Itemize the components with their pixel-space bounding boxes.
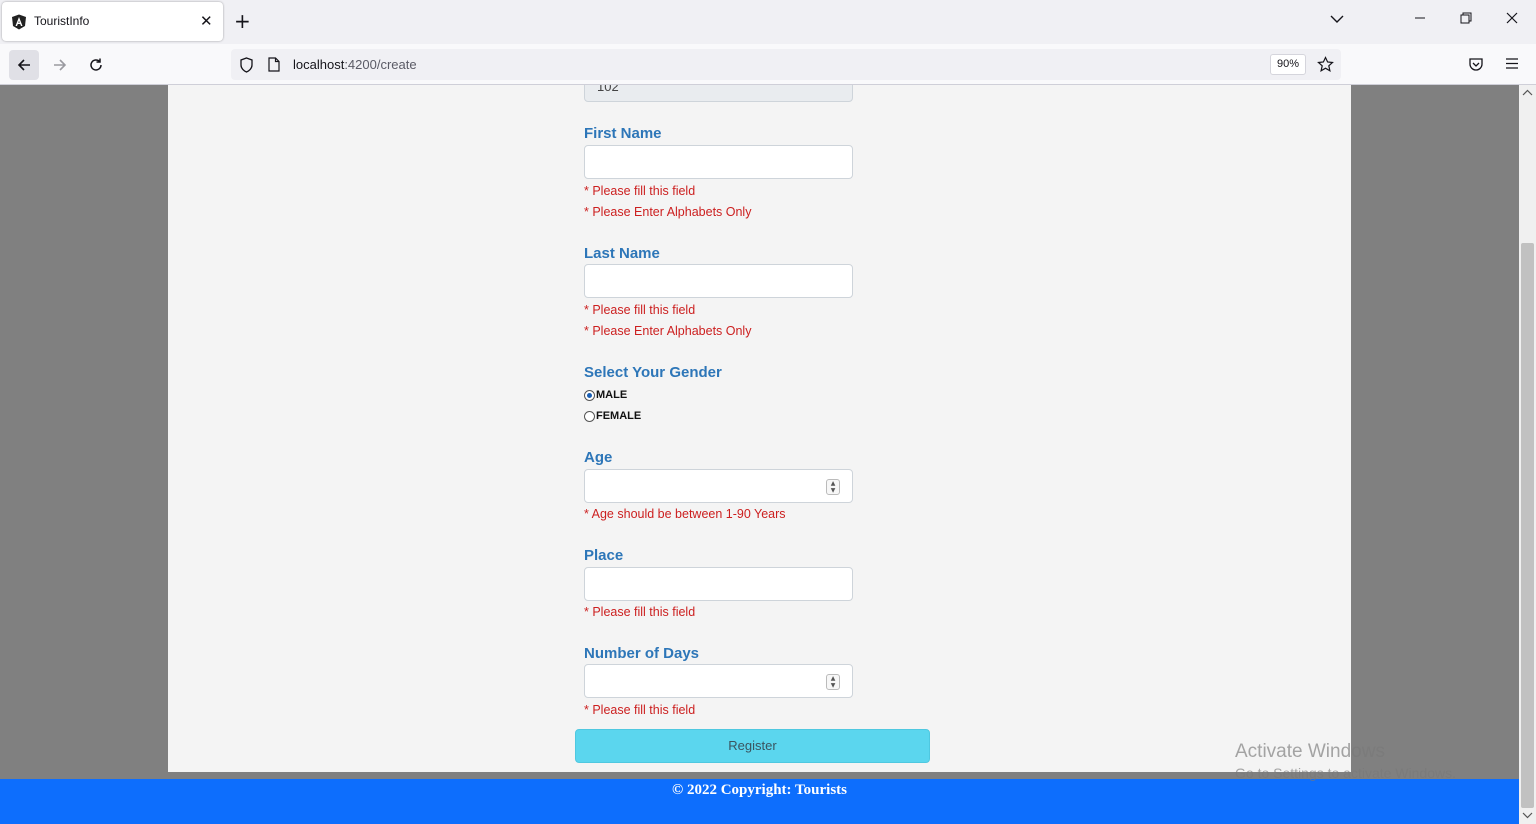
tab-title: TouristInfo bbox=[34, 14, 90, 28]
bookmark-star-icon[interactable] bbox=[1317, 56, 1334, 73]
scroll-down-icon[interactable] bbox=[1522, 811, 1533, 819]
last-name-label: Last Name bbox=[584, 245, 660, 262]
age-label: Age bbox=[584, 449, 613, 466]
reload-icon bbox=[90, 58, 102, 71]
age-spinner-icon[interactable]: ▲ ▼ bbox=[826, 479, 840, 495]
windows-activation-watermark: Activate Windows Go to Settings to activ… bbox=[1235, 741, 1456, 781]
page-content: 102 ▾ First Name * Please fill this fiel… bbox=[168, 85, 1351, 772]
first-name-input[interactable] bbox=[584, 145, 853, 179]
restore-icon[interactable] bbox=[1460, 12, 1472, 28]
tab-bar: TouristInfo ✕ + bbox=[0, 0, 1536, 44]
male-label: MALE bbox=[596, 389, 628, 401]
first-name-error-required: * Please fill this field bbox=[584, 184, 696, 198]
first-name-label: First Name bbox=[584, 125, 662, 142]
gender-label: Select Your Gender bbox=[584, 364, 722, 381]
angular-icon bbox=[12, 14, 26, 30]
days-input[interactable]: ▲ ▼ bbox=[584, 664, 853, 698]
forward-arrow-icon bbox=[54, 59, 67, 71]
male-radio[interactable] bbox=[584, 389, 595, 401]
browser-tab[interactable]: TouristInfo ✕ bbox=[2, 2, 223, 41]
gender-option-female[interactable]: FEMALE bbox=[584, 410, 641, 422]
url-path: :4200/create bbox=[344, 57, 417, 72]
days-error: * Please fill this field bbox=[584, 703, 696, 717]
place-label: Place bbox=[584, 547, 624, 564]
watermark-line-1: Activate Windows bbox=[1235, 741, 1385, 762]
url-bar[interactable]: localhost:4200/create 90% bbox=[231, 49, 1341, 80]
reload-button[interactable] bbox=[81, 50, 111, 80]
pocket-icon[interactable] bbox=[1468, 57, 1484, 72]
days-label: Number of Days bbox=[584, 645, 700, 662]
forward-button[interactable] bbox=[45, 50, 75, 80]
id-select[interactable]: 102 ▾ bbox=[584, 85, 853, 102]
days-spinner-icon[interactable]: ▲ ▼ bbox=[826, 674, 840, 690]
url-host: localhost bbox=[293, 57, 345, 72]
female-radio[interactable] bbox=[584, 410, 595, 422]
list-all-tabs-icon[interactable] bbox=[1330, 12, 1344, 28]
zoom-level-button[interactable]: 90% bbox=[1270, 54, 1306, 75]
last-name-input[interactable] bbox=[584, 264, 853, 298]
female-label: FEMALE bbox=[596, 410, 642, 422]
url-text[interactable]: localhost:4200/create bbox=[293, 57, 417, 72]
scrollbar-thumb[interactable] bbox=[1521, 243, 1534, 808]
place-input[interactable] bbox=[584, 567, 853, 601]
back-arrow-icon bbox=[17, 59, 30, 71]
close-window-icon[interactable] bbox=[1506, 12, 1518, 28]
register-button[interactable]: Register bbox=[575, 729, 930, 763]
close-tab-icon[interactable]: ✕ bbox=[200, 12, 213, 30]
minimize-icon[interactable] bbox=[1414, 12, 1426, 28]
last-name-error-required: * Please fill this field bbox=[584, 303, 696, 317]
back-button[interactable] bbox=[9, 50, 39, 80]
page-icon[interactable] bbox=[268, 57, 280, 72]
new-tab-icon[interactable]: + bbox=[234, 9, 251, 33]
copyright-text: © 2022 Copyright: Tourists bbox=[672, 782, 847, 798]
chevron-down-icon: ▾ bbox=[597, 85, 838, 88]
shield-icon[interactable] bbox=[239, 57, 254, 73]
watermark-line-2: Go to Settings to activate Windows. bbox=[1235, 765, 1456, 781]
age-input[interactable]: ▲ ▼ bbox=[584, 469, 853, 503]
place-error: * Please fill this field bbox=[584, 605, 696, 619]
last-name-error-alpha: * Please Enter Alphabets Only bbox=[584, 324, 752, 338]
menu-icon[interactable] bbox=[1505, 57, 1519, 70]
scroll-up-icon[interactable] bbox=[1522, 89, 1533, 97]
footer: © 2022 Copyright: Tourists bbox=[0, 779, 1519, 824]
navigation-bar: localhost:4200/create 90% bbox=[0, 44, 1536, 85]
first-name-error-alpha: * Please Enter Alphabets Only bbox=[584, 205, 752, 219]
gender-option-male[interactable]: MALE bbox=[584, 389, 627, 401]
age-error: * Age should be between 1-90 Years bbox=[584, 507, 786, 521]
